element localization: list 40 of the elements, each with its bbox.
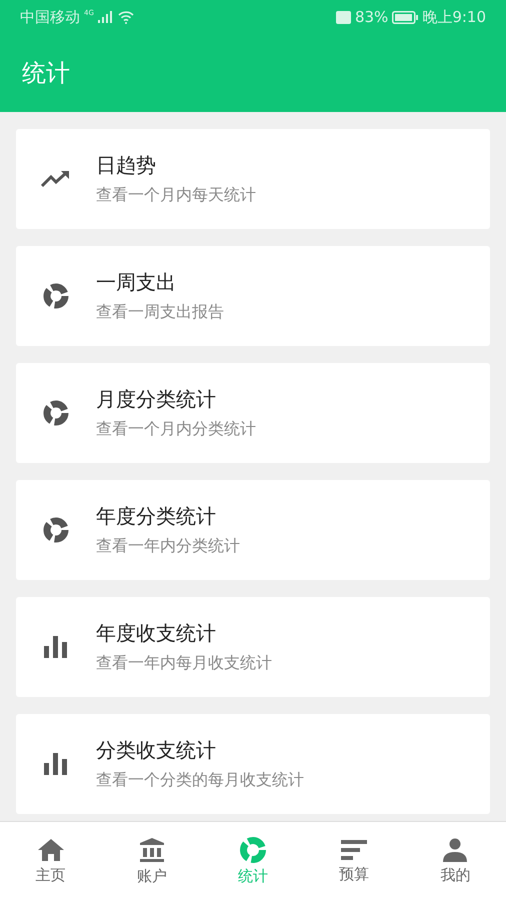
card-title: 年度分类统计 <box>96 503 217 530</box>
bank-icon <box>138 836 165 862</box>
stat-card[interactable]: 年度收支统计 查看一年内每月收支统计 <box>16 597 490 697</box>
bar-chart-icon <box>44 753 68 775</box>
carrier-text: 中国移动 <box>20 8 80 26</box>
card-subtitle: 查看一年内每月收支统计 <box>96 653 272 674</box>
battery-text: 83% <box>354 8 388 26</box>
card-title: 分类收支统计 <box>96 737 217 764</box>
stat-card[interactable]: 日趋势 查看一个月内每天统计 <box>16 129 490 229</box>
card-subtitle: 查看一个分类的每月收支统计 <box>96 770 304 791</box>
card-title: 月度分类统计 <box>96 386 217 413</box>
battery-icon <box>392 10 418 24</box>
bar-chart-icon <box>44 636 68 658</box>
card-subtitle: 查看一个月内分类统计 <box>96 419 256 440</box>
wifi-icon <box>118 10 134 24</box>
nav-tab[interactable]: 主页 <box>0 822 102 900</box>
home-icon <box>36 838 65 862</box>
card-title: 日趋势 <box>96 152 157 179</box>
stat-card[interactable]: 年度分类统计 查看一年内分类统计 <box>16 480 490 580</box>
stat-card[interactable]: 月度分类统计 查看一个月内分类统计 <box>16 363 490 463</box>
signal-icon <box>98 11 114 23</box>
donut-chart-icon <box>43 400 69 426</box>
stat-card[interactable]: 分类收支统计 查看一个分类的每月收支统计 <box>16 714 490 814</box>
time-text: 晚上9:10 <box>422 8 486 26</box>
sort-icon <box>341 838 368 860</box>
page-title: 统计 <box>22 58 70 89</box>
card-title: 年度收支统计 <box>96 620 217 647</box>
person-icon <box>443 838 468 862</box>
donut-chart-icon <box>240 836 266 862</box>
trend-icon <box>41 170 71 188</box>
card-subtitle: 查看一周支出报告 <box>96 302 224 323</box>
card-title: 一周支出 <box>96 269 177 296</box>
stat-card[interactable]: 一周支出 查看一周支出报告 <box>16 246 490 346</box>
nav-tab[interactable]: 预算 <box>304 822 405 900</box>
card-subtitle: 查看一个月内每天统计 <box>96 185 256 206</box>
nav-tab[interactable]: 我的 <box>404 822 506 900</box>
donut-chart-icon <box>43 517 69 543</box>
donut-chart-icon <box>43 283 69 309</box>
nav-tab[interactable]: 账户 <box>101 822 202 900</box>
card-subtitle: 查看一年内分类统计 <box>96 536 240 557</box>
